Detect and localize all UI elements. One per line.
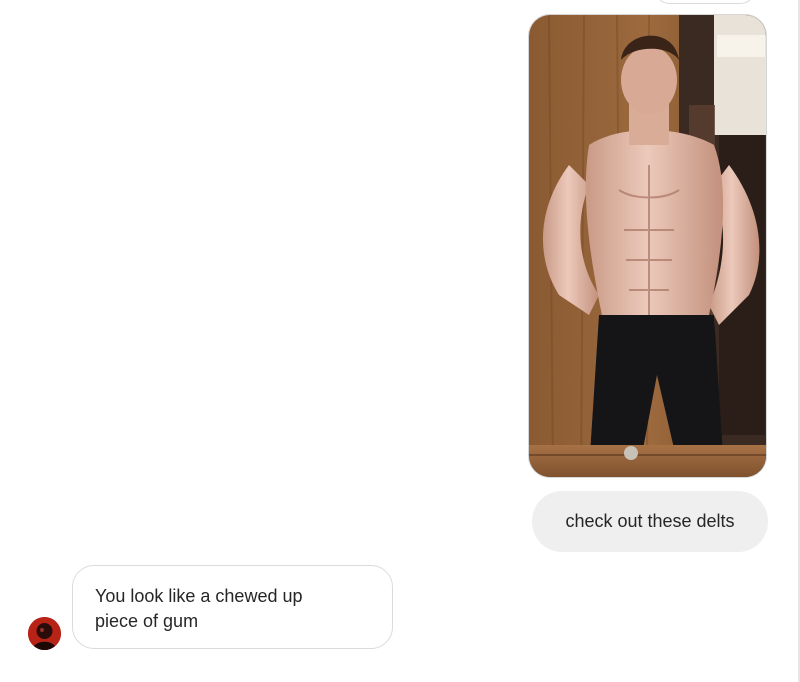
avatar-photo (28, 617, 61, 650)
previous-message-bubble[interactable] (654, 0, 756, 4)
sender-avatar[interactable] (28, 617, 61, 650)
sent-message-bubble[interactable]: check out these delts (532, 491, 768, 552)
sent-message-text: check out these delts (565, 511, 735, 531)
photo-message[interactable] (528, 14, 767, 478)
received-message-bubble[interactable]: You look like a chewed up piece of gum (72, 565, 393, 649)
received-message-text: You look like a chewed up piece of gum (95, 586, 303, 631)
mirror-selfie-photo (529, 15, 766, 477)
